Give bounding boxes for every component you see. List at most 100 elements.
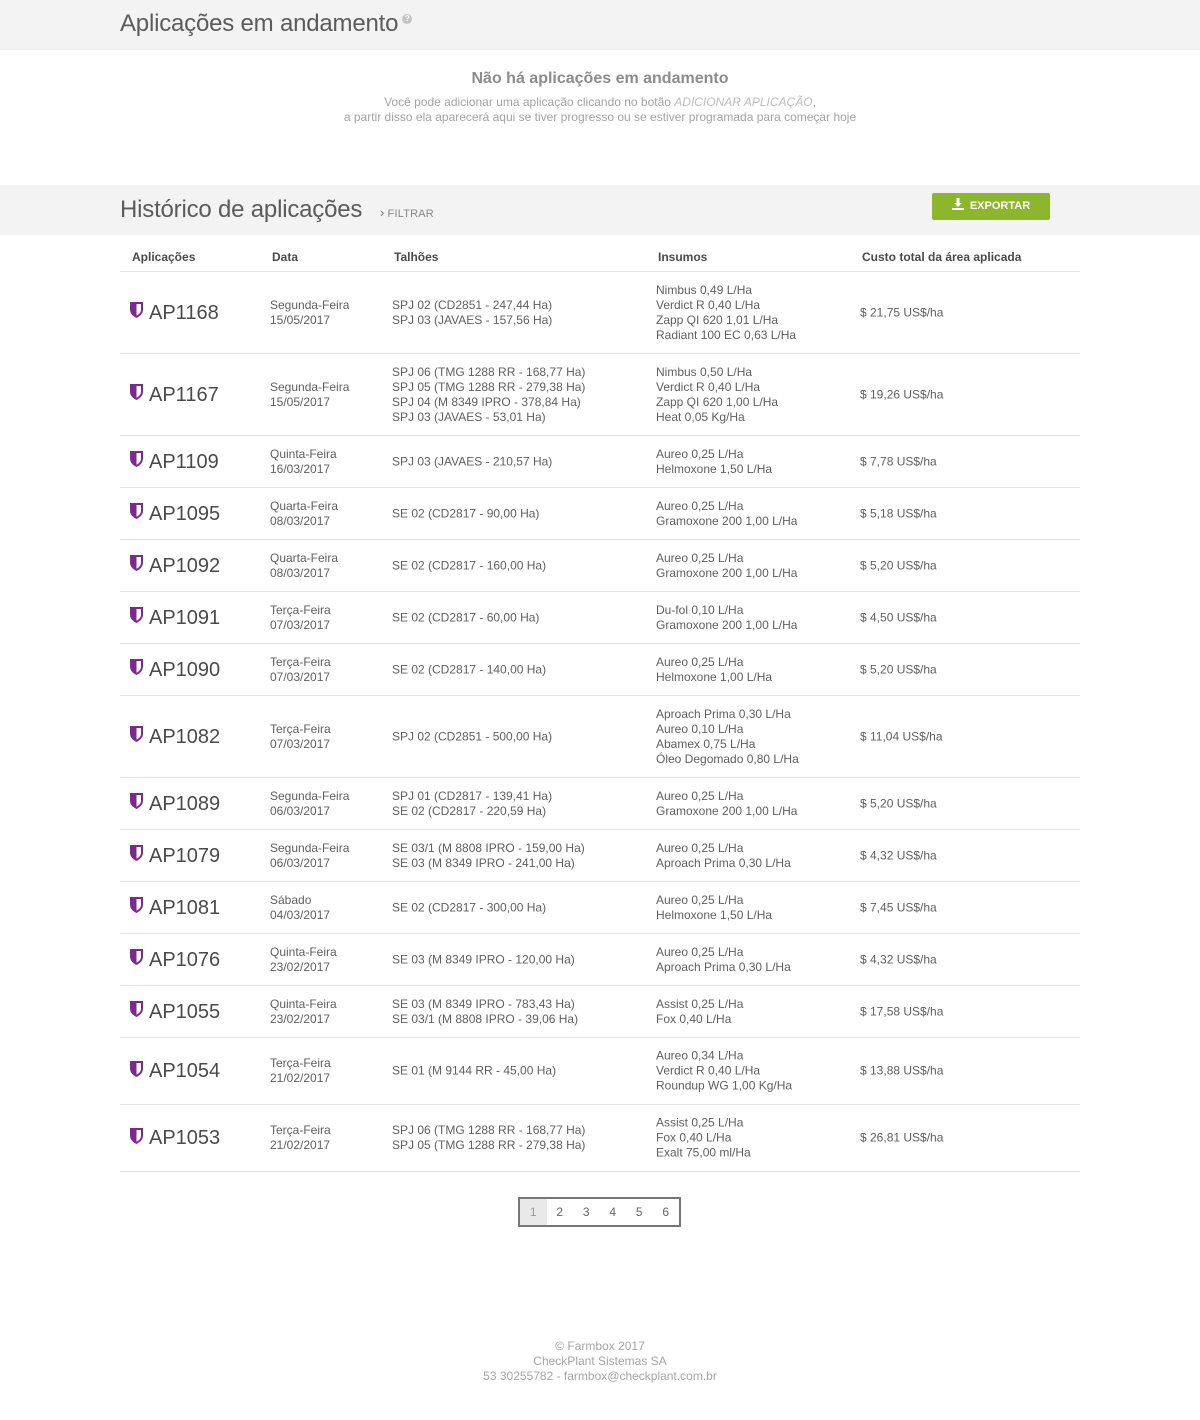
table-row[interactable]: AP1167 Segunda-Feira 15/05/2017 SPJ 06 (TMG… bbox=[120, 354, 1080, 436]
total-cost: $ 4,32 US$/ha bbox=[860, 848, 937, 862]
insumo-item: Aproach Prima 0,30 L/Ha bbox=[656, 855, 791, 870]
talhao-item: SPJ 01 (CD2817 - 139,41 Ha) bbox=[392, 788, 553, 803]
shield-icon bbox=[130, 659, 143, 676]
insumos-list: Aureo 0,25 L/Ha Gramoxone 200 1,00 L/Ha bbox=[656, 789, 797, 819]
table-row[interactable]: AP1055 Quinta-Feira 23/02/2017 SE 03 (M 834… bbox=[120, 986, 1080, 1038]
table-row[interactable]: AP1091 Terça-Feira 07/03/2017 SE 02 (CD2817… bbox=[120, 592, 1080, 644]
table-row[interactable]: AP1095 Quarta-Feira 08/03/2017 SE 02 (CD281… bbox=[120, 488, 1080, 540]
footer-contact: 53 30255782 - farmbox@checkplant.com.br bbox=[483, 1369, 717, 1383]
application-id[interactable]: AP1081 bbox=[130, 897, 220, 919]
chevron-right-icon: › bbox=[380, 205, 385, 220]
talhoes-list: SPJ 06 (TMG 1288 RR - 168,77 Ha) SPJ 05 (… bbox=[392, 1123, 585, 1153]
help-icon[interactable]: ? bbox=[402, 14, 413, 24]
talhoes-list: SPJ 02 (CD2851 - 247,44 Ha) SPJ 03 (JAVAE… bbox=[392, 298, 552, 328]
application-date: Segunda-Feira 06/03/2017 bbox=[270, 789, 349, 819]
insumo-item: Aureo 0,25 L/Ha bbox=[656, 654, 744, 669]
date-weekday: Terça-Feira bbox=[270, 1056, 331, 1070]
page-2-button[interactable]: 2 bbox=[547, 1199, 574, 1225]
table-row[interactable]: AP1089 Segunda-Feira 06/03/2017 SPJ 01 (CD2… bbox=[120, 778, 1080, 830]
ongoing-title-wrap: Aplicações em andamento? bbox=[120, 10, 413, 38]
table-row[interactable]: AP1054 Terça-Feira 21/02/2017 SE 01 (M 9144… bbox=[120, 1038, 1080, 1105]
talhoes-list: SE 03 (M 8349 IPRO - 120,00 Ha) bbox=[392, 952, 575, 967]
date-value: 21/02/2017 bbox=[270, 1071, 331, 1085]
application-id[interactable]: AP1167 bbox=[130, 384, 219, 406]
empty-line1-before: Você pode adicionar uma aplicação clican… bbox=[384, 95, 675, 109]
application-id[interactable]: AP1090 bbox=[130, 659, 220, 681]
application-date: Terça-Feira 21/02/2017 bbox=[270, 1056, 331, 1086]
table-row[interactable]: AP1076 Quinta-Feira 23/02/2017 SE 03 (M 834… bbox=[120, 934, 1080, 986]
table-row[interactable]: AP1168 Segunda-Feira 15/05/2017 SPJ 02 (CD2… bbox=[120, 272, 1080, 354]
header-talhoes: Talhões bbox=[394, 250, 439, 264]
page-4-button[interactable]: 4 bbox=[600, 1199, 627, 1225]
insumo-item: Radiant 100 EC 0,63 L/Ha bbox=[656, 327, 797, 342]
application-id[interactable]: AP1091 bbox=[130, 607, 220, 629]
insumo-item: Aureo 0,25 L/Ha bbox=[656, 446, 744, 461]
application-id[interactable]: AP1055 bbox=[130, 1001, 220, 1023]
filter-toggle[interactable]: › FILTRAR bbox=[380, 205, 434, 220]
talhoes-list: SPJ 02 (CD2851 - 500,00 Ha) bbox=[392, 729, 552, 744]
insumo-item: Du-fol 0,10 L/Ha bbox=[656, 602, 744, 617]
insumo-item: Gramoxone 200 1,00 L/Ha bbox=[656, 803, 798, 818]
date-weekday: Sábado bbox=[270, 892, 312, 907]
application-id[interactable]: AP1095 bbox=[130, 503, 220, 525]
table-row[interactable]: AP1082 Terça-Feira 07/03/2017 SPJ 02 (CD285… bbox=[120, 696, 1080, 778]
date-value: 16/03/2017 bbox=[270, 461, 331, 476]
application-id[interactable]: AP1053 bbox=[130, 1127, 220, 1149]
application-id[interactable]: AP1168 bbox=[130, 302, 219, 324]
talhao-item: SPJ 03 (JAVAES - 53,01 Ha) bbox=[392, 409, 546, 424]
table-row[interactable]: AP1081 Sábado 04/03/2017 SE 02 (CD2817 - 30… bbox=[120, 882, 1080, 934]
date-weekday: Terça-Feira bbox=[270, 721, 331, 736]
total-cost: $ 7,78 US$/ha bbox=[860, 454, 937, 468]
insumos-list: Nimbus 0,49 L/Ha Verdict R 0,40 L/Ha Zapp … bbox=[656, 283, 796, 343]
shield-icon bbox=[130, 302, 143, 319]
insumo-item: Aureo 0,10 L/Ha bbox=[656, 721, 744, 736]
table-row[interactable]: AP1079 Segunda-Feira 06/03/2017 SE 03/1 (M … bbox=[120, 830, 1080, 882]
page-5-button[interactable]: 5 bbox=[626, 1199, 653, 1225]
application-id[interactable]: AP1082 bbox=[130, 726, 220, 748]
table-row[interactable]: AP1109 Quinta-Feira 16/03/2017 SPJ 03 (JAVA… bbox=[120, 436, 1080, 488]
total-cost: $ 5,18 US$/ha bbox=[860, 506, 937, 520]
application-date: Quinta-Feira 23/02/2017 bbox=[270, 945, 337, 975]
date-value: 08/03/2017 bbox=[270, 565, 331, 580]
table-row[interactable]: AP1090 Terça-Feira 07/03/2017 SE 02 (CD2817… bbox=[120, 644, 1080, 696]
insumo-item: Aureo 0,34 L/Ha bbox=[656, 1048, 744, 1063]
talhao-item: SPJ 06 (TMG 1288 RR - 168,77 Ha) bbox=[392, 364, 586, 379]
talhao-item: SE 02 (CD2817 - 300,00 Ha) bbox=[392, 900, 547, 914]
talhao-item: SPJ 02 (CD2851 - 500,00 Ha) bbox=[392, 729, 553, 743]
date-weekday: Quinta-Feira bbox=[270, 446, 337, 461]
application-id-label: AP1055 bbox=[149, 1000, 221, 1023]
application-id-label: AP1090 bbox=[149, 658, 221, 681]
table-row[interactable]: AP1092 Quarta-Feira 08/03/2017 SE 02 (CD281… bbox=[120, 540, 1080, 592]
insumo-item: Óleo Degomado 0,80 L/Ha bbox=[656, 751, 799, 766]
date-weekday: Quinta-Feira bbox=[270, 944, 337, 959]
page-3-button[interactable]: 3 bbox=[573, 1199, 600, 1225]
application-id-label: AP1167 bbox=[149, 383, 219, 406]
application-id[interactable]: AP1079 bbox=[130, 845, 220, 867]
application-id-label: AP1079 bbox=[149, 844, 221, 867]
application-id[interactable]: AP1092 bbox=[130, 555, 220, 577]
talhao-item: SE 03 (M 8349 IPRO - 783,43 Ha) bbox=[392, 996, 575, 1011]
export-button[interactable]: EXPORTAR bbox=[932, 193, 1050, 220]
insumos-list: Aureo 0,25 L/Ha Aproach Prima 0,30 L/Ha bbox=[656, 945, 791, 975]
insumo-item: Gramoxone 200 1,00 L/Ha bbox=[656, 565, 798, 580]
application-id[interactable]: AP1109 bbox=[130, 451, 219, 473]
talhao-item: SPJ 03 (JAVAES - 157,56 Ha) bbox=[392, 312, 553, 327]
insumo-item: Verdict R 0,40 L/Ha bbox=[656, 379, 761, 394]
application-id[interactable]: AP1076 bbox=[130, 949, 220, 971]
date-weekday: Quinta-Feira bbox=[270, 996, 337, 1011]
application-id[interactable]: AP1089 bbox=[130, 793, 220, 815]
date-value: 15/05/2017 bbox=[270, 312, 331, 327]
date-weekday: Quarta-Feira bbox=[270, 498, 339, 513]
talhoes-list: SE 02 (CD2817 - 300,00 Ha) bbox=[392, 900, 546, 915]
insumo-item: Helmoxone 1,50 L/Ha bbox=[656, 461, 773, 476]
page-1-button[interactable]: 1 bbox=[520, 1199, 547, 1225]
application-id[interactable]: AP1054 bbox=[130, 1060, 220, 1082]
table-row[interactable]: AP1053 Terça-Feira 21/02/2017 SPJ 06 (TMG 1… bbox=[120, 1105, 1080, 1172]
footer: © Farmbox 2017 CheckPlant Sistemas SA 53… bbox=[0, 1339, 1200, 1384]
add-application-hint: ADICIONAR APLICAÇÃO bbox=[674, 95, 813, 109]
insumo-item: Gramoxone 200 1,00 L/Ha bbox=[656, 513, 798, 528]
insumo-item: Aproach Prima 0,30 L/Ha bbox=[656, 706, 791, 721]
total-cost: $ 21,75 US$/ha bbox=[860, 305, 944, 319]
insumos-list: Aureo 0,25 L/Ha Aproach Prima 0,30 L/Ha bbox=[656, 841, 791, 871]
page-6-button[interactable]: 6 bbox=[653, 1199, 680, 1225]
